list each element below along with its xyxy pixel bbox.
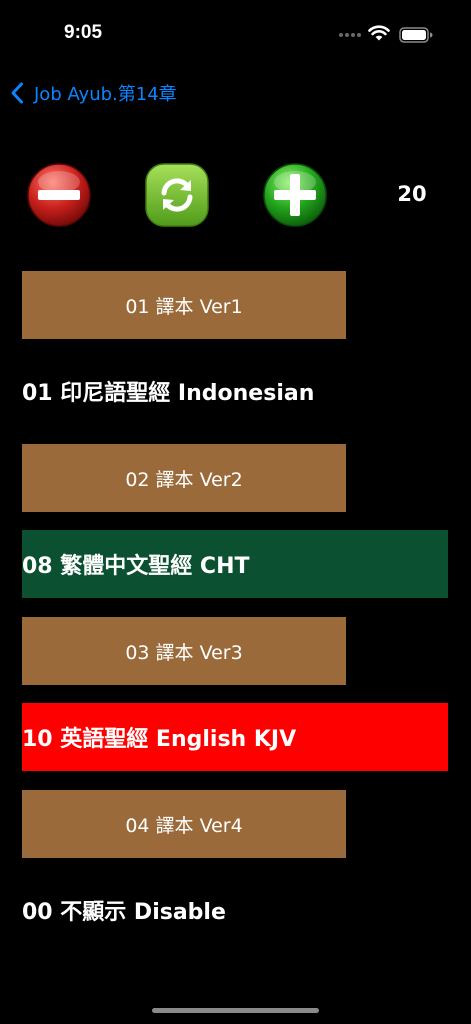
version-4-selection: 00 不顯示 Disable (22, 900, 226, 925)
version-3-selection: 10 英語聖經 English KJV (22, 703, 448, 771)
navigation-bar: Job Ayub.第14章 (0, 70, 471, 114)
plus-icon[interactable] (262, 162, 328, 228)
version-3-button[interactable]: 03 譯本 Ver3 (22, 617, 346, 685)
battery-icon (399, 27, 433, 43)
status-time: 9:05 (64, 22, 103, 43)
wifi-icon (368, 25, 390, 41)
version-4-button[interactable]: 04 譯本 Ver4 (22, 790, 346, 858)
back-label: Job Ayub.第14章 (34, 84, 177, 105)
back-button[interactable]: Job Ayub.第14章 (10, 80, 177, 106)
refresh-icon[interactable] (144, 162, 210, 228)
version-2-selection: 08 繁體中文聖經 CHT (22, 530, 448, 598)
chevron-left-icon (11, 82, 23, 104)
home-indicator[interactable] (152, 1008, 319, 1013)
version-2-button[interactable]: 02 譯本 Ver2 (22, 444, 346, 512)
cellular-signal-icon (339, 33, 361, 39)
minus-icon[interactable] (26, 162, 92, 228)
status-bar: 9:05 (0, 0, 471, 60)
version-1-selection: 01 印尼語聖經 Indonesian (22, 381, 315, 406)
version-1-button[interactable]: 01 譯本 Ver1 (22, 271, 346, 339)
count-label: 20 (397, 182, 427, 206)
